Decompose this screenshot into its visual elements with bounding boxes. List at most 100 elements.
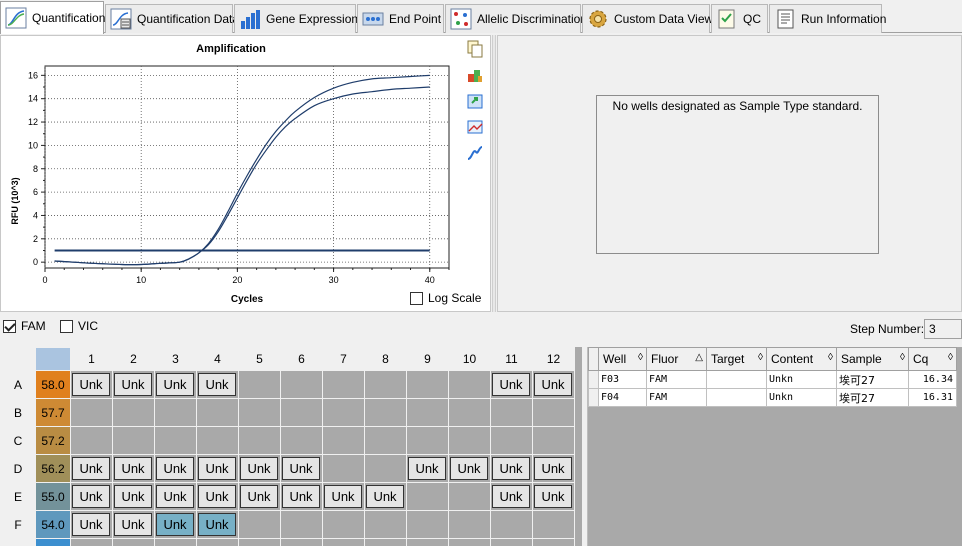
plate-well[interactable] [490,398,533,427]
copy-icon[interactable] [466,40,484,58]
tab-quantification-data[interactable]: Quantification Data [105,4,239,33]
well-content-button[interactable]: Unk [240,457,278,480]
plate-well[interactable] [364,510,407,539]
plate-well[interactable]: Unk [448,454,491,483]
plate-well[interactable]: Unk [112,482,155,511]
well-content-button[interactable]: Unk [324,485,362,508]
plate-well[interactable] [532,510,575,539]
plate-well[interactable] [532,398,575,427]
plate-well[interactable] [448,538,491,546]
tab-quantification[interactable]: Quantification [0,1,105,34]
plate-well[interactable]: Unk [112,454,155,483]
well-content-button[interactable]: Unk [72,485,110,508]
well-content-button[interactable]: Unk [534,457,572,480]
plate-well[interactable]: Unk [196,454,239,483]
plate-well[interactable] [490,510,533,539]
plate-well[interactable] [238,370,281,399]
row-selector[interactable] [588,388,599,407]
well-content-button[interactable]: Unk [156,457,194,480]
plate-well[interactable] [406,538,449,546]
well-content-button[interactable]: Unk [198,457,236,480]
plate-column-header[interactable]: 5 [238,347,281,371]
results-cell[interactable]: FAM [646,388,707,407]
well-content-button[interactable]: Unk [114,513,152,536]
plate-well[interactable] [322,538,365,546]
plate-well[interactable] [196,398,239,427]
well-content-button[interactable]: Unk [114,485,152,508]
plate-column-header[interactable]: 7 [322,347,365,371]
plate-well[interactable]: Unk [238,482,281,511]
plate-row-header[interactable]: C [0,426,36,455]
plate-well[interactable]: Unk [70,454,113,483]
sort-indicator-icon[interactable]: ◊ [758,352,763,363]
plate-column-header[interactable]: 6 [280,347,323,371]
step-number-field[interactable]: 3 [924,319,962,339]
plate-well[interactable] [238,538,281,546]
plate-well[interactable] [448,370,491,399]
plate-well[interactable] [322,454,365,483]
well-content-button[interactable]: Unk [72,457,110,480]
plate-row-header[interactable]: E [0,482,36,511]
plate-well[interactable] [280,426,323,455]
plate-row-header[interactable] [0,538,36,546]
fluor-fam-option[interactable]: FAM [3,319,46,333]
plate-well[interactable] [196,538,239,546]
log-scale-checkbox[interactable] [410,291,423,305]
plate-well[interactable] [364,426,407,455]
plate-well[interactable]: Unk [280,482,323,511]
results-cell[interactable]: F03 [598,370,647,389]
well-content-button[interactable]: Unk [408,457,446,480]
amplification-chart[interactable]: 0 10 20 30 40 0 2 4 6 8 10 12 14 16 [1,36,461,296]
well-content-button[interactable]: Unk [282,485,320,508]
plate-well[interactable] [238,426,281,455]
plate-well[interactable] [322,510,365,539]
results-column-header[interactable]: Cq ◊ [908,347,957,371]
plate-column-header[interactable]: 2 [112,347,155,371]
plate-column-header[interactable]: 8 [364,347,407,371]
plate-well[interactable] [280,398,323,427]
results-cell[interactable]: Unkn [766,388,837,407]
fam-checkbox[interactable] [3,319,16,333]
plate-row-header[interactable]: D [0,454,36,483]
sort-indicator-icon[interactable]: ◊ [638,352,643,363]
export-icon[interactable] [466,92,484,110]
plate-column-header[interactable]: 1 [70,347,113,371]
tab-end-point[interactable]: End Point [357,4,444,33]
plate-well[interactable]: Unk [406,454,449,483]
plate-well[interactable]: Unk [364,482,407,511]
plate-well[interactable] [448,426,491,455]
plate-well[interactable]: Unk [532,482,575,511]
plate-row-header[interactable]: A [0,370,36,399]
sort-indicator-icon[interactable]: △ [695,352,703,363]
results-column-header[interactable]: Content ◊ [766,347,837,371]
plate-well[interactable]: Unk [490,454,533,483]
plate-column-header[interactable]: 3 [154,347,197,371]
curve-settings-icon[interactable] [466,144,484,162]
row-selector[interactable] [588,370,599,389]
plate-well[interactable] [532,426,575,455]
plate-well[interactable] [112,538,155,546]
panel-splitter[interactable] [492,35,496,312]
plate-well[interactable] [280,510,323,539]
plate-well[interactable] [322,370,365,399]
well-content-button[interactable]: Unk [114,457,152,480]
plate-well[interactable]: Unk [196,510,239,539]
plate-well[interactable] [70,538,113,546]
well-content-button[interactable]: Unk [534,485,572,508]
tab-gene-expression[interactable]: Gene Expression [234,4,358,33]
plate-well[interactable]: Unk [154,510,197,539]
results-cell[interactable]: 埃可27 [836,388,909,407]
plate-well[interactable] [322,426,365,455]
well-content-button[interactable]: Unk [198,485,236,508]
plate-well[interactable] [280,370,323,399]
plate-well[interactable]: Unk [532,370,575,399]
sort-indicator-icon[interactable]: ◊ [828,352,833,363]
plate-well[interactable] [406,510,449,539]
results-cell[interactable]: Unkn [766,370,837,389]
results-row[interactable]: F04 FAM Unkn 埃可27 16.31 [588,388,957,407]
plate-well[interactable] [364,370,407,399]
plate-column-header[interactable]: 10 [448,347,491,371]
plate-well[interactable]: Unk [112,370,155,399]
plate-well[interactable]: Unk [154,482,197,511]
well-content-button[interactable]: Unk [450,457,488,480]
